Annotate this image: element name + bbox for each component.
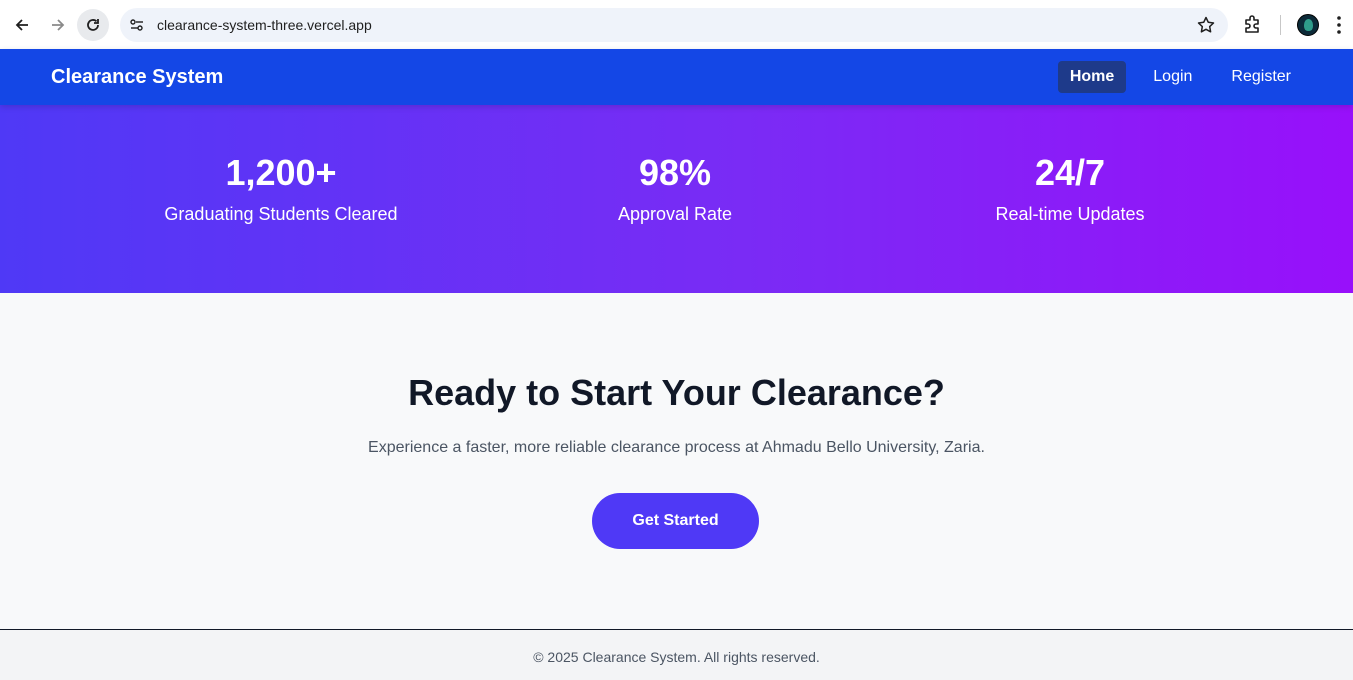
- copyright-text: © 2025 Clearance System. All rights rese…: [533, 649, 820, 665]
- more-menu-button[interactable]: [1336, 16, 1342, 39]
- stat-value: 98%: [638, 152, 712, 193]
- top-nav: Home Login Register: [1043, 61, 1303, 93]
- extensions-button[interactable]: [1242, 13, 1264, 40]
- nav-home[interactable]: Home: [1057, 61, 1127, 93]
- back-button[interactable]: [6, 9, 38, 41]
- cta-section: Ready to Start Your Clearance? Experienc…: [0, 293, 1353, 629]
- extensions-icon: [1245, 15, 1259, 33]
- reload-button[interactable]: [77, 9, 109, 41]
- cta-title: Ready to Start Your Clearance?: [408, 372, 945, 413]
- get-started-button[interactable]: Get Started: [592, 493, 759, 549]
- address-bar[interactable]: clearance-system-three.vercel.app: [120, 8, 1228, 42]
- star-icon: [1197, 16, 1215, 33]
- stat-approval-rate: 98% Approval Rate: [525, 153, 825, 225]
- back-icon: [15, 19, 28, 31]
- more-icon: [1337, 16, 1341, 34]
- page-footer: © 2025 Clearance System. All rights rese…: [0, 629, 1353, 680]
- stat-students-cleared: 1,200+ Graduating Students Cleared: [131, 153, 431, 225]
- profile-avatar[interactable]: [1297, 14, 1319, 36]
- cta-subtitle: Experience a faster, more reliable clear…: [368, 439, 985, 456]
- site-info-button[interactable]: [126, 14, 148, 36]
- stat-value: 1,200+: [225, 152, 337, 193]
- stat-label: Graduating Students Cleared: [164, 204, 398, 224]
- nav-login[interactable]: Login: [1141, 61, 1204, 93]
- stat-label: Real-time Updates: [995, 204, 1145, 224]
- brand-logo[interactable]: Clearance System: [51, 66, 223, 89]
- stat-label: Approval Rate: [617, 204, 733, 224]
- bookmark-button[interactable]: [1196, 15, 1216, 40]
- toolbar-divider: [1280, 15, 1281, 35]
- forward-button[interactable]: [42, 9, 74, 41]
- nav-register[interactable]: Register: [1219, 61, 1303, 93]
- reload-icon: [87, 19, 99, 31]
- forward-icon: [52, 19, 65, 31]
- stats-section: 1,200+ Graduating Students Cleared 98% A…: [0, 105, 1353, 293]
- stat-value: 24/7: [1034, 152, 1106, 193]
- browser-toolbar: clearance-system-three.vercel.app: [0, 0, 1353, 49]
- app-header: Clearance System Home Login Register: [0, 49, 1353, 105]
- stat-realtime-updates: 24/7 Real-time Updates: [920, 153, 1220, 225]
- url-text: clearance-system-three.vercel.app: [157, 17, 372, 33]
- site-info-icon: [130, 19, 143, 31]
